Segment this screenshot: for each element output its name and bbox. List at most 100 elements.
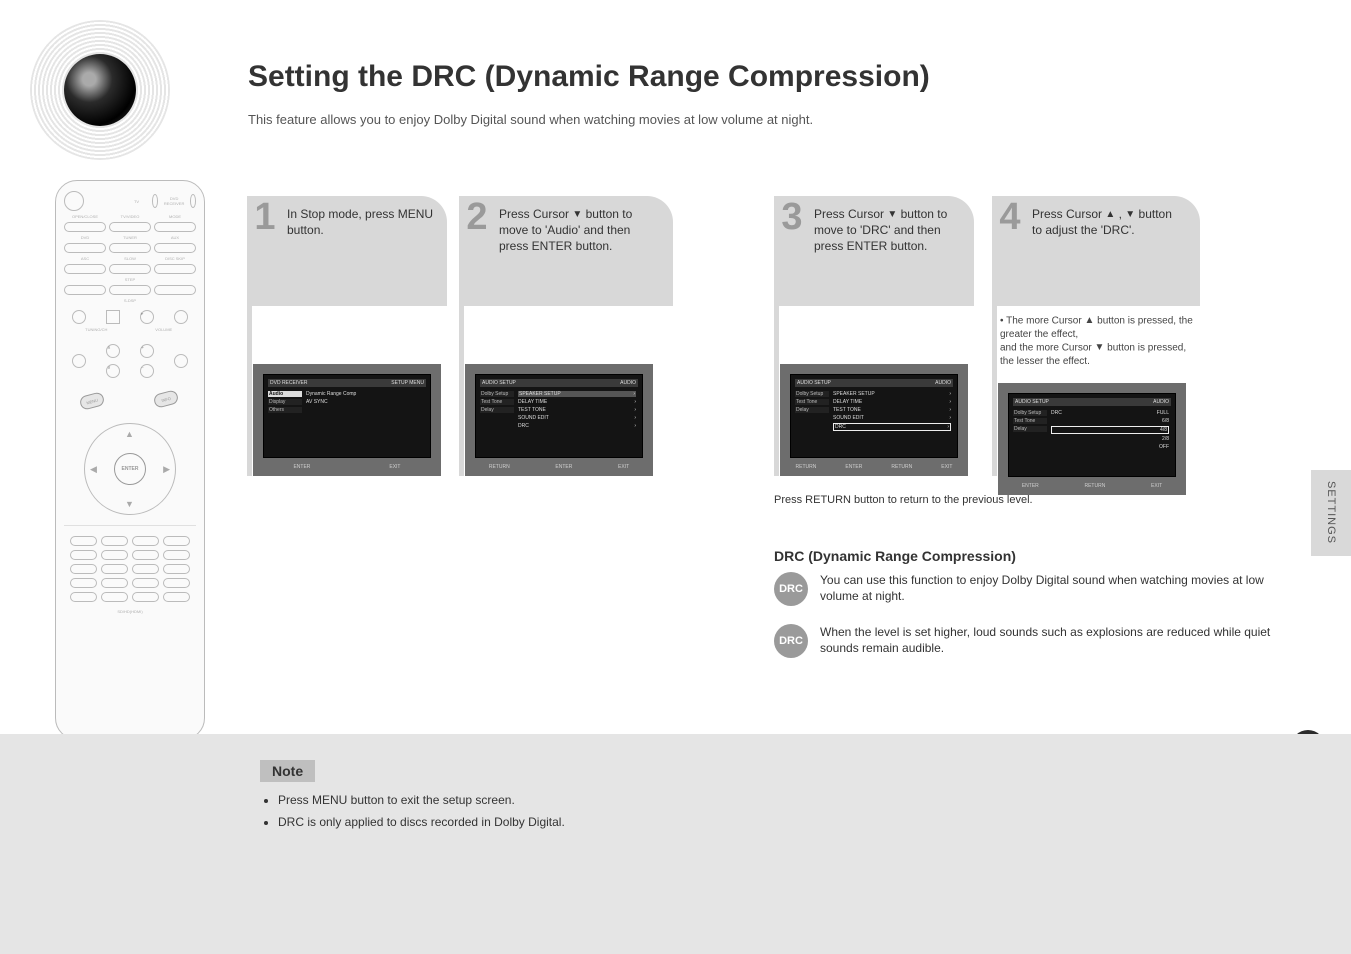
tv3-line2-r: › <box>949 407 951 413</box>
num-0-button <box>101 578 128 588</box>
tv3-line2-l: TEST TONE <box>833 407 861 413</box>
num-7-button <box>70 564 97 574</box>
drc-heading: DRC (Dynamic Range Compression) <box>774 548 1294 564</box>
tv4-line0-l: DRC <box>1051 410 1062 416</box>
test-tone-button <box>163 536 190 546</box>
ezview-button <box>101 592 128 602</box>
note-label: Note <box>260 760 315 782</box>
arrow-left-icon: ◀ <box>90 464 97 475</box>
tv4-line2-r: 4/8 <box>1160 427 1167 433</box>
step-3: 3 Press Cursor ▼ button to move to 'DRC'… <box>774 196 974 476</box>
tv2-line3-l: SOUND EDIT <box>518 415 549 421</box>
tv2-title-right: AUDIO <box>620 380 636 386</box>
tv3-title-left: AUDIO SETUP <box>797 380 831 386</box>
tv3-title-right: AUDIO <box>935 380 951 386</box>
page-subtitle: This feature allows you to enjoy Dolby D… <box>248 110 813 130</box>
step-4: 4 Press Cursor ▲ , ▼ button to adjust th… <box>992 196 1200 495</box>
tv-screenshot-1: DVD RECEIVER SETUP MENU Audio Display Ot… <box>253 364 441 476</box>
tv1-side-0: Audio <box>268 391 302 397</box>
note-item-0: Press MENU button to exit the setup scre… <box>278 792 1291 808</box>
tv2-side-2: Delay <box>480 407 514 413</box>
tv1-title-right: SETUP MENU <box>391 380 424 386</box>
tv3-line0-l: SPEAKER SETUP <box>833 391 875 397</box>
dpad: ▲ ▼ ▶ ◀ ENTER <box>84 423 176 515</box>
tv4-side-2: Delay <box>1013 426 1047 432</box>
tv3-line4-l: DRC <box>835 424 846 430</box>
pl2-mode-icon <box>72 354 86 368</box>
ch-down-icon: ∨ <box>106 364 120 378</box>
tv3-stand-0: RETURN <box>796 464 817 470</box>
menu-button-hi: MENU <box>79 391 106 411</box>
tv3-stand-2: RETURN <box>891 464 912 470</box>
cursor-down-icon: ▼ <box>1125 209 1135 220</box>
tv3-stand-3: EXIT <box>941 464 952 470</box>
step-2: 2 Press Cursor ▼ button to move to 'Audi… <box>459 196 673 476</box>
side-tab-settings: SETTINGS <box>1311 470 1351 556</box>
tv3-side-2: Delay <box>795 407 829 413</box>
num-4-button <box>70 550 97 560</box>
tv3-line1-l: DELAY TIME <box>833 399 862 405</box>
step-2-header: 2 Press Cursor ▼ button to move to 'Audi… <box>459 196 673 306</box>
tv3-line0-r: › <box>949 391 951 397</box>
tv1-side-1: Display <box>268 399 302 405</box>
tv3-line4-r: › <box>947 424 949 430</box>
cursor-up-icon: ▲ <box>1084 315 1094 326</box>
asc-button <box>64 264 106 274</box>
num-5-button <box>101 550 128 560</box>
remote-control-illustration: TV DVD RECEIVER OPEN/CLOSETV/VIDEOMODE D… <box>55 180 205 740</box>
tv3-side-1: Test Tone <box>795 399 829 405</box>
stop-icon <box>106 310 120 324</box>
cursor-down-icon: ▼ <box>1095 342 1105 353</box>
logo-button <box>70 592 97 602</box>
tv4-side-1: Test Tone <box>1013 418 1047 424</box>
page-title: Setting the DRC (Dynamic Range Compressi… <box>248 60 930 94</box>
step-4-text-mid: , <box>1115 207 1125 221</box>
tv2-side-1: Test Tone <box>480 399 514 405</box>
num-1-button <box>70 536 97 546</box>
tv4-line1-r: 6/8 <box>1162 418 1169 424</box>
tuner-memory-button <box>70 578 97 588</box>
drc-text-1: You can use this function to enjoy Dolby… <box>820 572 1294 604</box>
num-9-button <box>132 564 159 574</box>
tv4-title-right: AUDIO <box>1153 399 1169 405</box>
drc-block: DRC (Dynamic Range Compression) DRC You … <box>774 548 1294 676</box>
speaker-cone <box>64 54 136 126</box>
tv4-stand-2: EXIT <box>1151 483 1162 489</box>
tv1-stand-0: ENTER <box>293 464 310 470</box>
tv4-line4-r: OFF <box>1159 444 1169 450</box>
tv4-stand-0: ENTER <box>1022 483 1039 489</box>
step-1-header: 1 In Stop mode, press MENU button. <box>247 196 447 306</box>
step-4-header: 4 Press Cursor ▲ , ▼ button to adjust th… <box>992 196 1200 306</box>
drc-text-2: When the level is set higher, loud sound… <box>820 624 1294 656</box>
tv2-line0-r: › <box>633 391 635 397</box>
tv2-line0-l: SPEAKER SETUP <box>519 391 561 397</box>
drc-badge-2: DRC <box>774 624 808 658</box>
num-3-button <box>132 536 159 546</box>
disc-skip-button <box>154 264 196 274</box>
step-number: 2 <box>457 192 497 243</box>
tv1-line0-l: Dynamic Range Comp <box>306 391 356 397</box>
step-number: 3 <box>772 192 812 243</box>
cursor-down-icon: ▼ <box>887 209 897 220</box>
num-2-button <box>101 536 128 546</box>
vol-down-icon: − <box>140 364 154 378</box>
drc-badge-1: DRC <box>774 572 808 606</box>
cursor-down-icon: ▼ <box>572 209 582 220</box>
step-number: 4 <box>990 192 1030 243</box>
step-1-text: In Stop mode, press MENU button. <box>287 207 433 237</box>
arrow-right-icon: ▶ <box>163 464 170 475</box>
arrow-up-icon: ▲ <box>125 429 134 439</box>
tv3-line1-r: › <box>949 399 951 405</box>
tv-mode-icon <box>152 194 158 208</box>
dvd-button <box>64 243 106 253</box>
repeat-button <box>132 592 159 602</box>
power-icon <box>64 191 84 211</box>
tv2-side-0: Dolby Setup <box>480 391 514 397</box>
tv2-stand-2: EXIT <box>618 464 629 470</box>
next-track-icon <box>174 310 188 324</box>
tv2-title-left: AUDIO SETUP <box>482 380 516 386</box>
tv4-line3-r: 2/8 <box>1162 436 1169 442</box>
tv1-title-left: DVD RECEIVER <box>270 380 308 386</box>
open-close-button <box>64 222 106 232</box>
note-item-1: DRC is only applied to discs recorded in… <box>278 814 1291 830</box>
